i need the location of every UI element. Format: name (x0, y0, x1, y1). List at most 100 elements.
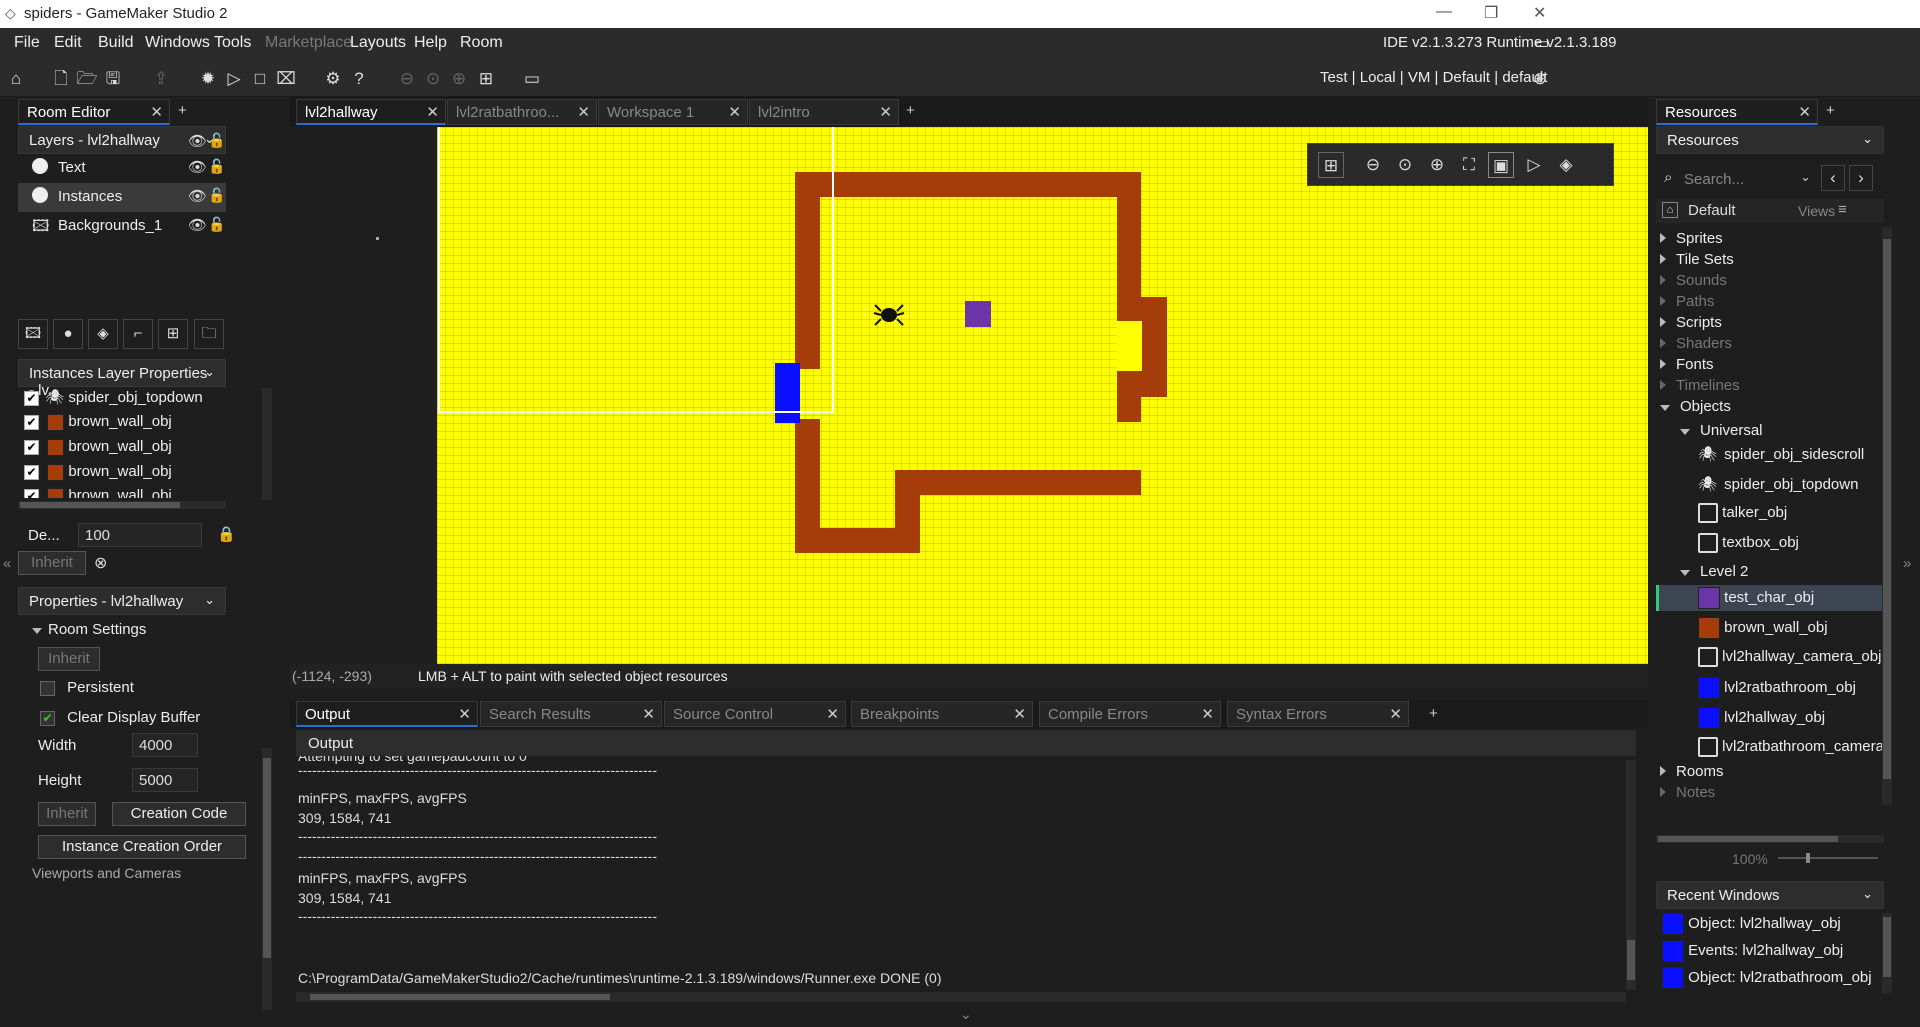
tree-paths[interactable]: Paths (1660, 293, 1714, 310)
target-settings-icon[interactable]: ⊕ (1527, 66, 1553, 92)
checkbox[interactable]: ✔ (24, 414, 39, 430)
close-tab-icon[interactable]: ✕ (150, 103, 163, 121)
eye-icon[interactable]: 👁 (188, 132, 207, 150)
add-tile-layer-icon[interactable]: ◈ (88, 319, 118, 349)
properties-header[interactable]: Properties - lvl2hallway ⌄ (18, 587, 226, 615)
room-canvas[interactable]: ⊞ ⊖ ⊙ ⊕ ⛶ ▣ ▷ ◈ (290, 127, 1648, 664)
zoom-out-icon[interactable]: ⊖ (1360, 152, 1386, 178)
room-settings-label[interactable]: Room Settings (32, 621, 146, 638)
tree-notes[interactable]: Notes (1660, 784, 1715, 801)
forward-icon[interactable]: › (1849, 165, 1873, 191)
tree-universal[interactable]: Universal (1680, 422, 1763, 439)
depth-input[interactable]: 100 (78, 523, 202, 547)
scrollbar-thumb[interactable] (20, 502, 180, 508)
resource-textbox[interactable]: textbox_obj (1698, 533, 1799, 553)
resource-hallway[interactable]: lvl2hallway_obj (1698, 707, 1825, 729)
menu-room[interactable]: Room (460, 34, 503, 52)
play-icon[interactable]: ▷ (1521, 152, 1547, 178)
open-project-icon[interactable]: 🗁 (74, 66, 100, 92)
list-item[interactable]: ✔ brown_wall_obj (24, 487, 172, 498)
tab-search-results[interactable]: Search Results ✕ (480, 701, 662, 727)
tab-source-control[interactable]: Source Control ✕ (664, 701, 846, 727)
resources-header[interactable]: Resources ⌄ (1656, 126, 1884, 154)
back-icon[interactable]: ‹ (1821, 165, 1845, 191)
collapse-left-icon[interactable]: « (3, 555, 11, 572)
width-input[interactable]: 4000 (132, 733, 198, 757)
creation-code-button[interactable]: Creation Code (112, 802, 246, 826)
scrollbar-thumb[interactable] (1883, 239, 1891, 779)
list-item[interactable]: ✔ brown_wall_obj (24, 438, 172, 456)
zoom-slider[interactable] (1778, 853, 1878, 863)
scrollbar-thumb[interactable] (310, 994, 610, 1000)
checkbox[interactable]: ✔ (24, 439, 39, 455)
add-tab-icon[interactable]: + (1826, 102, 1835, 119)
tab-lvl2hallway[interactable]: lvl2hallway ✕ (296, 99, 446, 125)
zoom-out-icon[interactable]: ⊖ (394, 66, 420, 92)
checkbox[interactable]: ✔ (24, 390, 39, 406)
tree-level2[interactable]: Level 2 (1680, 563, 1748, 580)
room-area[interactable] (437, 127, 1648, 664)
export-icon[interactable]: ⇪ (148, 66, 174, 92)
close-tab-icon[interactable]: ✕ (1389, 705, 1402, 723)
tab-breakpoints[interactable]: Breakpoints ✕ (851, 701, 1033, 727)
add-instance-layer-icon[interactable]: ● (53, 319, 83, 349)
menu-help[interactable]: Help (414, 34, 447, 52)
minimize-icon[interactable]: — (1436, 3, 1452, 21)
add-path-layer-icon[interactable]: ⌐ (123, 319, 153, 349)
add-tab-icon[interactable]: + (178, 102, 187, 119)
checkbox[interactable]: ✔ (24, 464, 39, 480)
menu-file[interactable]: File (14, 34, 40, 52)
add-tab-icon[interactable]: + (1429, 705, 1438, 722)
workspace-icon[interactable]: ⊞ (473, 66, 499, 92)
tree-objects[interactable]: Objects (1660, 398, 1731, 415)
resource-test-char-row[interactable]: test_char_obj (1698, 587, 1814, 609)
resource-ratbathroom[interactable]: lvl2ratbathroom_obj (1698, 677, 1856, 699)
scrollbar-thumb[interactable] (263, 758, 271, 958)
layers-icon[interactable]: ◈ (1553, 152, 1579, 178)
menu-icon[interactable]: ≡ (1838, 201, 1847, 218)
tab-syntax-errors[interactable]: Syntax Errors ✕ (1227, 701, 1409, 727)
clear-display-option[interactable]: ✔ Clear Display Buffer (40, 709, 200, 726)
grid-icon[interactable]: ⊞ (1318, 152, 1344, 178)
eye-icon[interactable]: 👁 (188, 216, 207, 234)
chevron-down-icon[interactable]: ⌄ (1800, 169, 1811, 185)
close-tab-icon[interactable]: ✕ (879, 103, 892, 121)
checkbox[interactable] (40, 680, 55, 696)
run-icon[interactable]: ▷ (221, 66, 247, 92)
add-asset-layer-icon[interactable]: ⊞ (158, 319, 188, 349)
tree-sounds[interactable]: Sounds (1660, 272, 1727, 289)
eye-icon[interactable]: 👁 (188, 158, 207, 176)
views-label[interactable]: Views (1798, 203, 1835, 219)
settings-icon[interactable]: ⚙ (320, 66, 346, 92)
close-tab-icon[interactable]: ✕ (458, 705, 471, 723)
scrollbar[interactable] (1882, 227, 1892, 805)
close-icon[interactable]: ✕ (1533, 3, 1546, 23)
tree-fonts[interactable]: Fonts (1660, 356, 1714, 373)
clean-icon[interactable]: ⌧ (273, 66, 299, 92)
close-tab-icon[interactable]: ✕ (826, 705, 839, 723)
add-tab-icon[interactable]: + (906, 102, 915, 119)
home-icon[interactable]: ⌂ (3, 66, 29, 92)
collapse-bottom-icon[interactable]: ⌄ (960, 1006, 972, 1023)
lock-icon[interactable]: 🔒 (217, 525, 236, 543)
layer-row-instances[interactable]: Instances 👁 🔓 (18, 183, 226, 212)
recent-windows-header[interactable]: Recent Windows ⌄ (1656, 881, 1884, 909)
menu-marketplace[interactable]: Marketplace (265, 34, 352, 52)
tree-sprites[interactable]: Sprites (1660, 230, 1723, 247)
search-input[interactable]: Search... (1684, 171, 1744, 188)
checkbox[interactable]: ✔ (40, 710, 55, 726)
lock-icon[interactable]: 🔓 (208, 187, 225, 204)
close-tab-icon[interactable]: ✕ (1201, 705, 1214, 723)
scrollbar[interactable] (296, 992, 1626, 1002)
resource-brown-wall[interactable]: brown_wall_obj (1698, 617, 1828, 639)
tab-compile-errors[interactable]: Compile Errors ✕ (1039, 701, 1221, 727)
output-log[interactable]: Attempting to set gamepadcount to 0 ----… (296, 756, 1626, 992)
scrollbar-thumb[interactable] (1627, 940, 1635, 980)
scrollbar[interactable] (18, 501, 226, 509)
collapse-right-icon[interactable]: » (1903, 555, 1911, 572)
checkbox[interactable]: ✔ (24, 488, 39, 498)
lock-icon[interactable]: 🔓 (208, 132, 225, 149)
zoom-in-icon[interactable]: ⊕ (1424, 152, 1450, 178)
list-item[interactable]: ✔ brown_wall_obj (24, 463, 172, 481)
layer-row-backgrounds[interactable]: 🖾 Backgrounds_1 👁 🔓 (18, 212, 226, 242)
